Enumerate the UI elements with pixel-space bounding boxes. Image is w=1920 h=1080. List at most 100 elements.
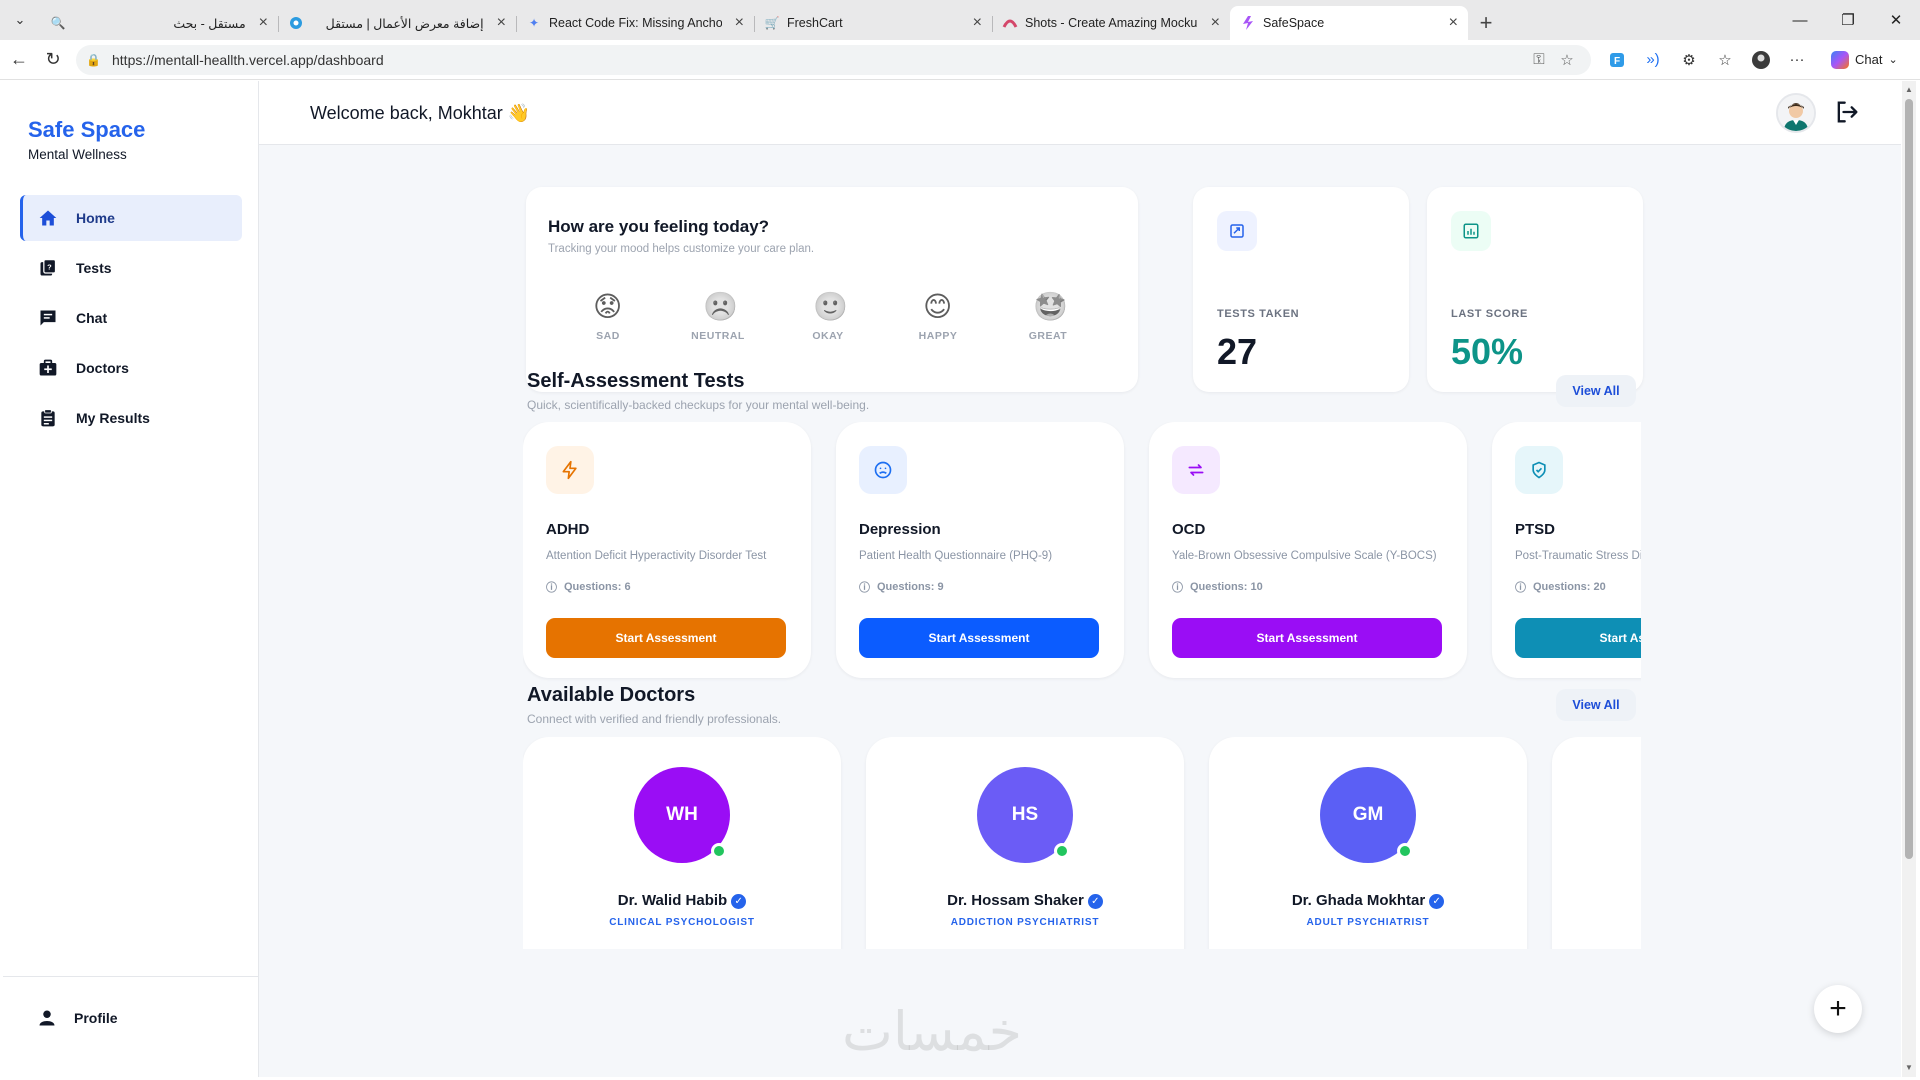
question-count-text: Questions: 20 bbox=[1533, 581, 1606, 593]
sad-face-icon bbox=[859, 446, 907, 494]
browser-tab[interactable]: Shots - Create Amazing Mockups × bbox=[992, 6, 1230, 40]
plus-icon: + bbox=[1829, 992, 1847, 1025]
mood-option-okay[interactable]: 🙂 OKAY bbox=[788, 292, 868, 343]
star-eyes-face-icon: 🤩 bbox=[1033, 291, 1068, 322]
sidebar-item-doctors[interactable]: Doctors bbox=[20, 345, 242, 391]
mood-option-neutral[interactable]: ☹️ NEUTRAL bbox=[678, 292, 758, 343]
key-icon[interactable]: ⚿ bbox=[1525, 51, 1553, 68]
browser-tab[interactable]: 🛒 FreshCart × bbox=[754, 6, 992, 40]
add-fab-button[interactable]: + bbox=[1814, 985, 1862, 1033]
url-text[interactable]: https://mentall-heallth.vercel.app/dashb… bbox=[112, 52, 1525, 68]
extensions-puzzle-icon[interactable]: ⚙ bbox=[1671, 45, 1707, 75]
repeat-icon bbox=[1172, 446, 1220, 494]
sidebar-item-profile[interactable]: Profile bbox=[38, 1009, 118, 1027]
back-arrow-icon[interactable]: ← bbox=[2, 43, 36, 77]
minimize-icon[interactable]: — bbox=[1776, 0, 1824, 40]
browser-address-bar: ← ↻ 🔒 https://mentall-heallth.vercel.app… bbox=[0, 40, 1920, 80]
mood-option-great[interactable]: 🤩 GREAT bbox=[1008, 291, 1088, 343]
close-icon[interactable]: × bbox=[735, 14, 744, 32]
sidebar-nav: Home ? Tests Chat Doctors My Results bbox=[20, 195, 242, 445]
mood-option-sad[interactable]: 😟 SAD bbox=[568, 292, 648, 343]
scroll-down-arrow-icon[interactable]: ▼ bbox=[1905, 1063, 1913, 1072]
reload-icon[interactable]: ↻ bbox=[36, 43, 70, 77]
start-assessment-button[interactable]: Start Assessment bbox=[859, 618, 1099, 658]
scroll-up-arrow-icon[interactable]: ▲ bbox=[1905, 85, 1913, 94]
window-close-icon[interactable]: ✕ bbox=[1872, 0, 1920, 40]
smile-face-icon: 😊 bbox=[923, 291, 953, 322]
chevron-down-icon: ⌄ bbox=[1888, 54, 1898, 66]
logout-icon[interactable] bbox=[1833, 98, 1861, 126]
collections-icon[interactable]: ☆ bbox=[1707, 45, 1743, 75]
tests-section-title: Self-Assessment Tests bbox=[527, 370, 745, 392]
search-icon: 🔍 bbox=[50, 16, 66, 30]
new-tab-plus-icon[interactable]: + bbox=[1468, 6, 1504, 40]
sidebar-item-chat[interactable]: Chat bbox=[20, 295, 242, 341]
doctor-name-row: Dr. Hossam Shaker ✓ bbox=[866, 892, 1184, 909]
url-bar[interactable]: 🔒 https://mentall-heallth.vercel.app/das… bbox=[76, 44, 1591, 75]
mostaql-icon bbox=[288, 15, 304, 31]
close-icon[interactable]: × bbox=[497, 14, 506, 32]
doctor-card[interactable]: WH Dr. Walid Habib ✓ CLINICAL PSYCHOLOGIS… bbox=[523, 737, 841, 949]
sidebar-item-tests[interactable]: ? Tests bbox=[20, 245, 242, 291]
browser-tab[interactable]: ✦ React Code Fix: Missing Anchor Ta × bbox=[516, 6, 754, 40]
start-assessment-button[interactable]: Start Assessment bbox=[1172, 618, 1442, 658]
welcome-message: Welcome back, Mokhtar 👋 bbox=[310, 103, 531, 123]
browser-profile-icon[interactable] bbox=[1743, 45, 1779, 75]
close-icon[interactable]: × bbox=[259, 14, 268, 32]
results-icon bbox=[41, 409, 55, 427]
test-card-adhd: ADHD Attention Deficit Hyperactivity Dis… bbox=[523, 422, 811, 678]
mood-label: OKAY bbox=[812, 330, 844, 342]
close-icon[interactable]: × bbox=[973, 14, 982, 32]
tab-list-chevron-icon[interactable]: ⌄ bbox=[0, 0, 40, 40]
browser-tab[interactable]: 🔍 مستقل - بحث × bbox=[40, 6, 278, 40]
tests-section-subtitle: Quick, scientifically-backed checkups fo… bbox=[527, 398, 870, 412]
read-aloud-icon[interactable]: ») bbox=[1635, 45, 1671, 75]
test-name: PTSD bbox=[1515, 521, 1556, 538]
doctors-icon bbox=[39, 359, 57, 376]
copilot-chat-button[interactable]: Chat ⌄ bbox=[1821, 45, 1908, 75]
avatar[interactable] bbox=[1776, 93, 1816, 133]
last-score-value: 50% bbox=[1451, 331, 1524, 372]
chart-icon bbox=[1451, 211, 1491, 251]
more-menu-icon[interactable]: ··· bbox=[1779, 45, 1815, 75]
gemini-icon: ✦ bbox=[528, 16, 540, 30]
doctors-view-all-button[interactable]: View All bbox=[1556, 689, 1636, 721]
mood-label: NEUTRAL bbox=[691, 330, 745, 342]
doctor-card[interactable]: GM Dr. Ghada Mokhtar ✓ ADULT PSYCHIATRIST bbox=[1209, 737, 1527, 949]
close-icon[interactable]: × bbox=[1449, 14, 1458, 32]
test-description: Yale-Brown Obsessive Compulsive Scale (Y… bbox=[1172, 550, 1437, 562]
sidebar-item-home[interactable]: Home bbox=[20, 195, 242, 241]
watermark-text: خمسات bbox=[842, 1000, 1023, 1063]
doctors-section-subtitle: Connect with verified and friendly profe… bbox=[527, 712, 782, 726]
doctors-section-title: Available Doctors bbox=[527, 684, 696, 706]
verified-badge-icon: ✓ bbox=[1429, 893, 1445, 909]
page-scrollbar[interactable]: ▲ ▼ bbox=[1902, 81, 1916, 1077]
start-assessment-button[interactable]: Start Assessment bbox=[1515, 618, 1641, 658]
doctor-card[interactable] bbox=[1552, 737, 1641, 949]
doctor-role: ADDICTION PSYCHIATRIST bbox=[950, 917, 1100, 928]
help-circle-icon: ⓘ bbox=[859, 582, 870, 594]
browser-tab-active[interactable]: SafeSpace × bbox=[1230, 6, 1468, 40]
test-card-depression: Depression Patient Health Questionnaire … bbox=[836, 422, 1124, 678]
site-info-icon[interactable]: 🔒 bbox=[86, 53, 106, 67]
scrollbar-thumb[interactable] bbox=[1905, 99, 1913, 859]
doctor-card[interactable]: HS Dr. Hossam Shaker ✓ ADDICTION PSYCHIAT… bbox=[866, 737, 1184, 949]
restore-icon[interactable]: ❐ bbox=[1824, 0, 1872, 40]
doctor-name: Dr. Hossam Shaker bbox=[947, 892, 1084, 909]
brand-title[interactable]: Safe Space bbox=[28, 117, 145, 143]
tab-title: React Code Fix: Missing Anchor Ta bbox=[549, 16, 722, 30]
doctor-name: Dr. Ghada Mokhtar bbox=[1291, 892, 1426, 909]
doctors-row: WH Dr. Walid Habib ✓ CLINICAL PSYCHOLOGIS… bbox=[523, 737, 1641, 949]
tab-title: Shots - Create Amazing Mockups bbox=[1025, 16, 1198, 30]
sidebar-item-label: Doctors bbox=[76, 360, 129, 376]
tests-carousel: ADHD Attention Deficit Hyperactivity Dis… bbox=[523, 422, 1641, 692]
sidebar-item-my-results[interactable]: My Results bbox=[20, 395, 242, 441]
browser-tab[interactable]: إضافة معرض الأعمال | مستقل × bbox=[278, 6, 516, 40]
online-status-dot bbox=[1054, 843, 1070, 859]
favorite-star-icon[interactable]: ☆ bbox=[1553, 51, 1581, 69]
mood-option-happy[interactable]: 😊 HAPPY bbox=[898, 291, 978, 343]
close-icon[interactable]: × bbox=[1211, 14, 1220, 32]
extension-f-icon[interactable]: F bbox=[1599, 45, 1635, 75]
start-assessment-button[interactable]: Start Assessment bbox=[546, 618, 786, 658]
tests-view-all-button[interactable]: View All bbox=[1556, 375, 1636, 407]
